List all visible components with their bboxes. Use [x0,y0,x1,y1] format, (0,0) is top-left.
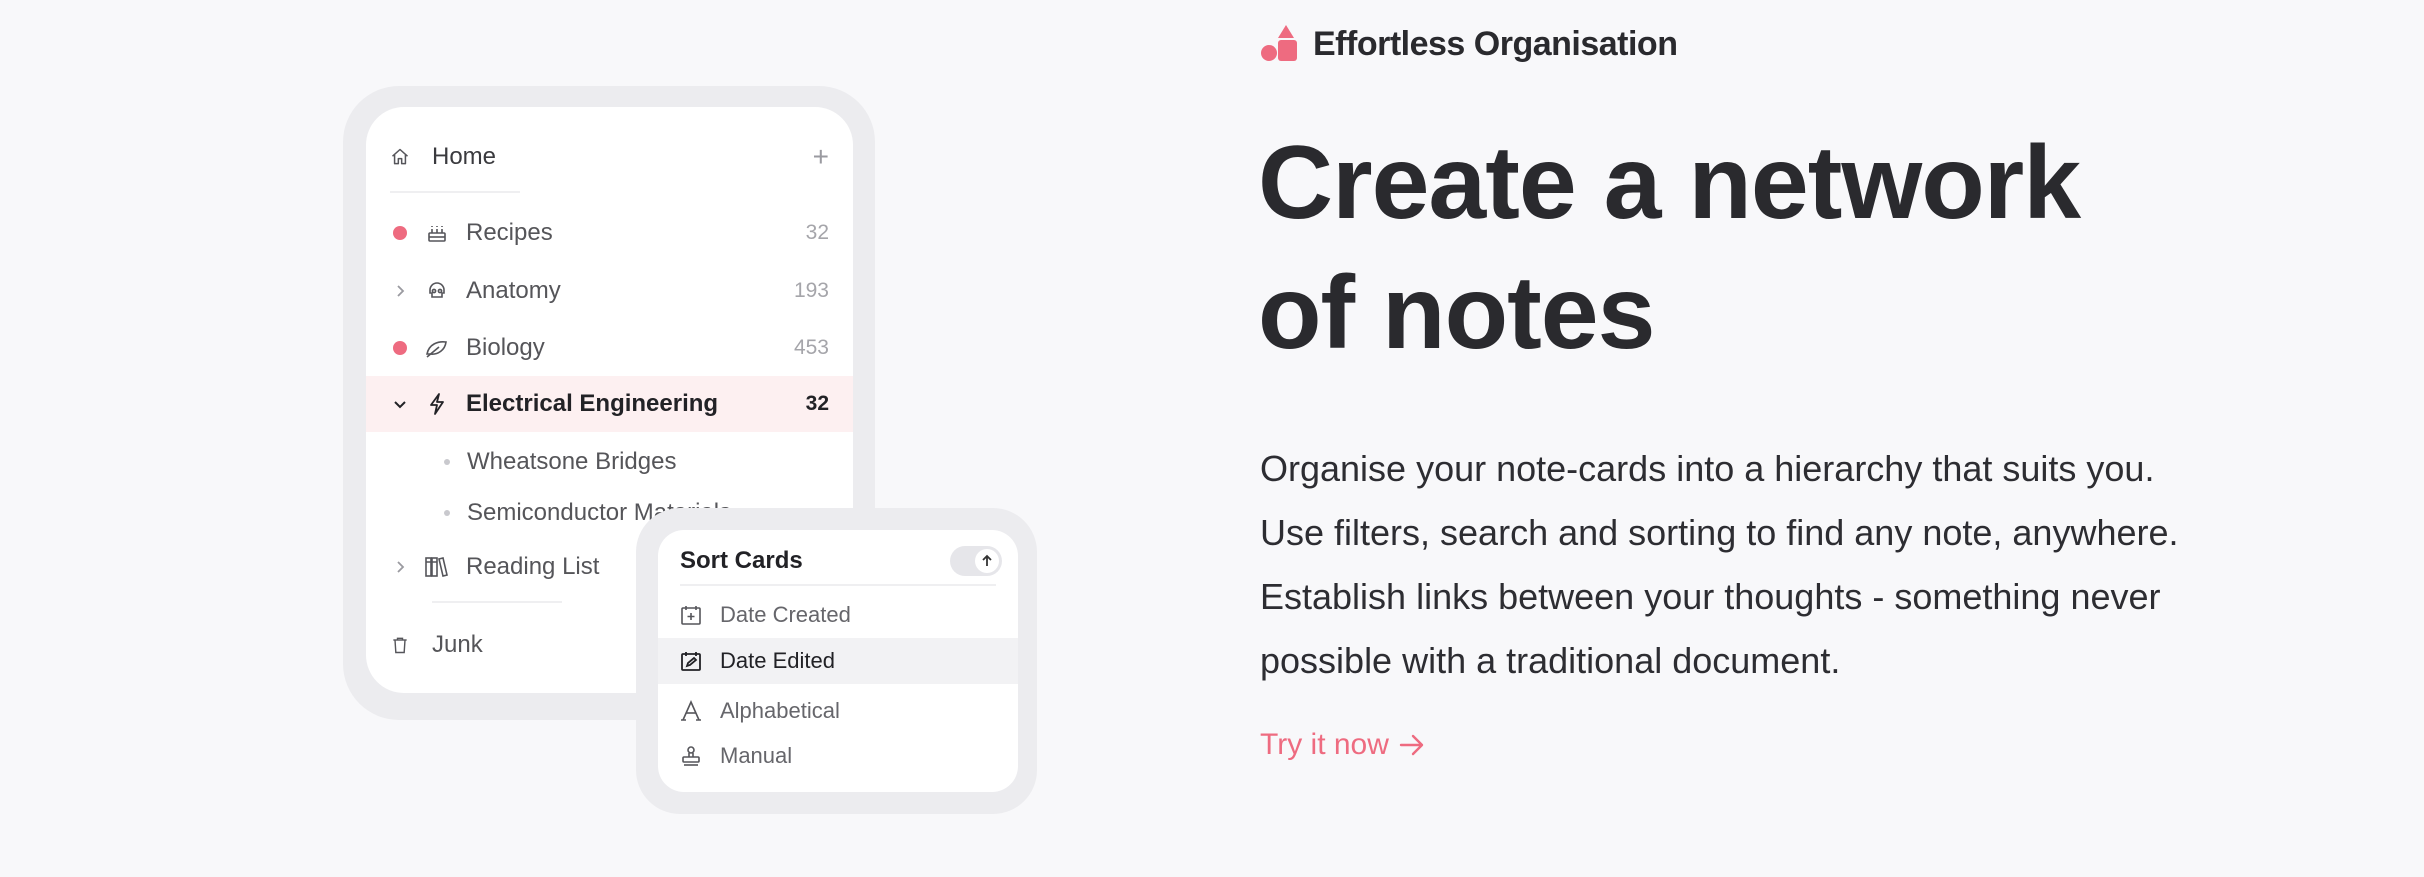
sort-option-manual[interactable]: Manual [658,733,1018,779]
sort-option-label: Date Edited [720,648,835,673]
sort-option-label: Date Created [720,602,851,627]
bullet-dot [437,452,457,472]
sidebar-item-home[interactable]: Home + [366,133,853,181]
sidebar-item-label: Home [432,143,497,170]
skull-icon [424,278,450,304]
chevron-right-icon[interactable] [390,281,410,301]
headline-line: of notes [1258,255,1655,371]
description-line: possible with a traditional document. [1260,640,1841,681]
divider [432,601,562,603]
bullet-dot [437,503,457,523]
sidebar-item-label: Junk [432,631,483,658]
sort-menu-title: Sort Cards [680,547,803,574]
sort-direction-toggle[interactable] [950,546,1002,576]
sort-option-alphabetical[interactable]: Alphabetical [658,688,1018,734]
cake-icon [424,220,450,246]
sidebar-item-label: Anatomy [466,277,561,304]
sidebar-item-label: Biology [466,334,545,361]
item-count: 453 [793,336,829,359]
feature-badge: Effortless Organisation [1259,24,1678,64]
cta-label: Try it now [1260,728,1389,761]
color-dot [390,223,410,243]
sidebar-item-label: Wheatsone Bridges [467,448,677,475]
page-title: Create a network of notes [1258,118,2081,378]
color-dot [390,338,410,358]
calendar-edit-icon [678,648,704,674]
item-count: 32 [805,221,829,244]
trash-icon [390,635,410,655]
sidebar-item-electrical-engineering[interactable]: Electrical Engineering 32 [366,376,853,432]
sidebar-item-label: Recipes [466,219,553,246]
chevron-right-icon[interactable] [390,557,410,577]
sort-option-label: Alphabetical [720,698,840,723]
description-line: Organise your note-cards into a hierarch… [1260,448,2155,489]
sort-cards-menu: Sort Cards Date Created Date Edited Alph… [658,530,1018,792]
divider [390,191,520,193]
sidebar-item-biology[interactable]: Biology 453 [366,324,853,372]
add-icon[interactable]: + [813,141,829,173]
stamp-icon [678,743,704,769]
leaf-icon [424,335,450,361]
try-it-now-link[interactable]: Try it now [1260,728,1425,762]
sidebar-item-anatomy[interactable]: Anatomy 193 [366,267,853,315]
sort-option-date-edited[interactable]: Date Edited [658,638,1018,684]
item-count: 193 [793,279,829,302]
description: Organise your note-cards into a hierarch… [1260,437,2179,693]
calendar-plus-icon [678,602,704,628]
lightning-icon [424,391,450,417]
sidebar-item-label: Electrical Engineering [466,390,719,417]
sidebar-subitem[interactable]: Wheatsone Bridges [366,440,853,484]
arrow-up-icon [975,549,999,573]
badge-label: Effortless Organisation [1313,24,1678,63]
headline-line: Create a network [1258,125,2081,241]
sidebar-item-recipes[interactable]: Recipes 32 [366,209,853,257]
divider [680,584,996,586]
chevron-down-icon[interactable] [390,394,410,414]
home-icon [390,147,410,167]
books-icon [424,554,450,580]
shapes-logo-icon [1259,24,1299,64]
item-count: 32 [805,392,829,415]
sort-option-date-created[interactable]: Date Created [658,592,1018,638]
sort-option-label: Manual [720,743,793,768]
arrow-right-icon [1399,734,1425,756]
description-line: Use filters, search and sorting to find … [1260,512,2179,553]
letter-a-icon [678,698,704,724]
description-line: Establish links between your thoughts - … [1260,576,2161,617]
sidebar-item-label: Reading List [466,553,600,580]
